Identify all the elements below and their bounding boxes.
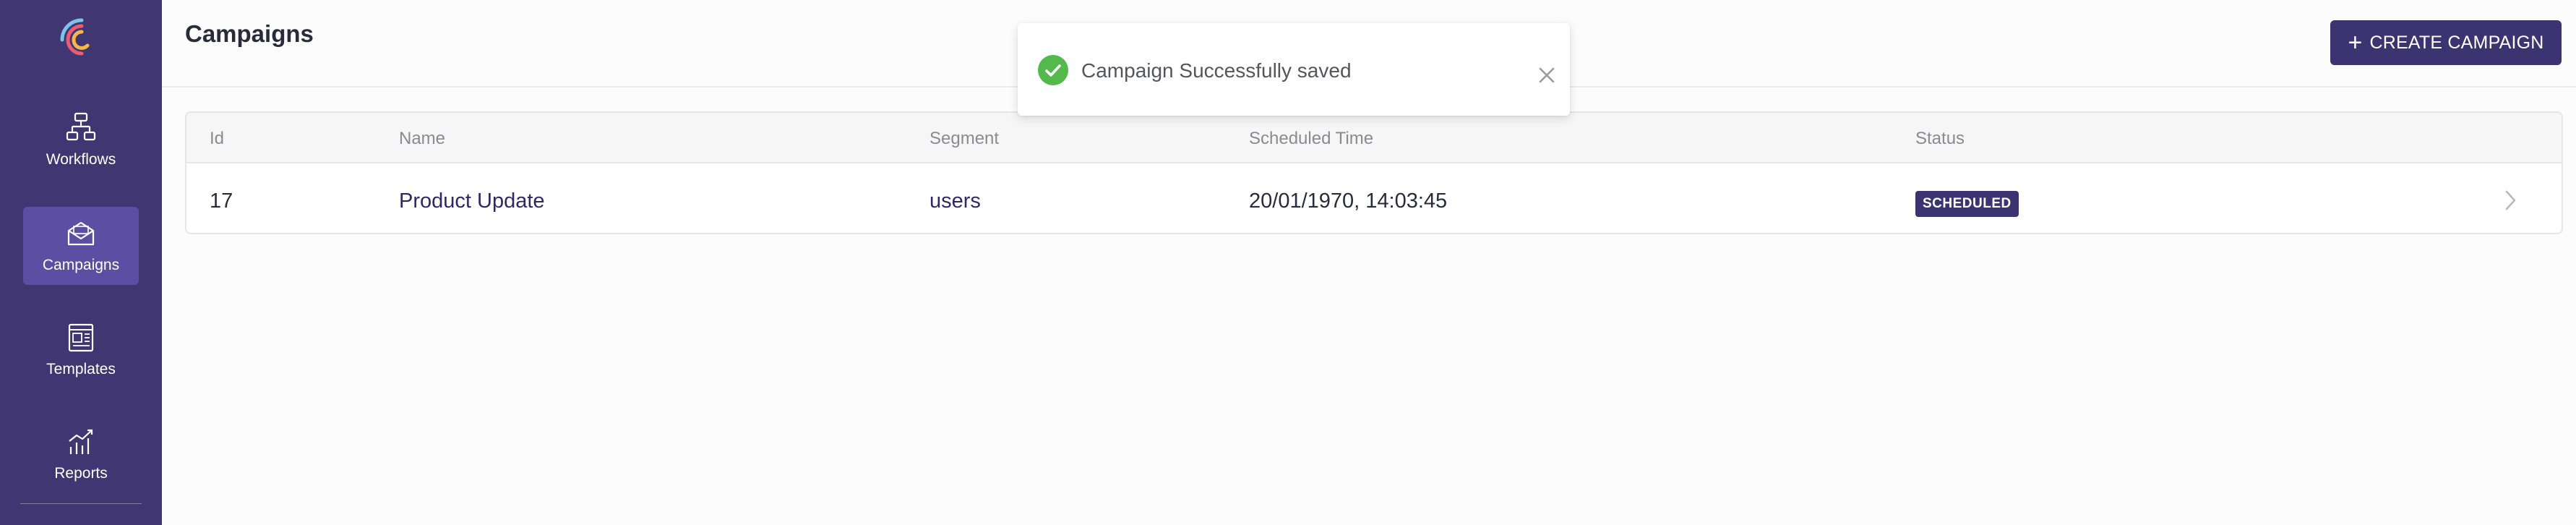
cell-segment: users — [929, 189, 981, 213]
table-row[interactable]: 17 Product Update users 20/01/1970, 14:0… — [186, 165, 2562, 233]
sidebar-item-label: Templates — [46, 361, 116, 377]
template-icon — [68, 323, 94, 352]
plus-icon: + — [2348, 29, 2363, 56]
success-toast: Campaign Successfully saved — [1018, 23, 1570, 116]
envelope-icon — [67, 221, 95, 246]
chevron-right-icon[interactable] — [2501, 188, 2520, 213]
campaigns-table: Id Name Segment Scheduled Time Status 17… — [185, 111, 2563, 234]
create-campaign-label: CREATE CAMPAIGN — [2369, 32, 2544, 53]
create-campaign-button[interactable]: + CREATE CAMPAIGN — [2330, 20, 2562, 65]
close-icon[interactable] — [1537, 65, 1557, 85]
toast-message: Campaign Successfully saved — [1081, 59, 1352, 82]
cell-id: 17 — [210, 189, 233, 213]
column-header-scheduled-time: Scheduled Time — [1249, 129, 1374, 148]
sidebar-item-workflows[interactable]: Workflows — [23, 101, 139, 179]
reports-icon — [69, 429, 93, 454]
workflow-icon — [66, 112, 96, 141]
sidebar-item-label: Reports — [54, 465, 108, 482]
table-header: Id Name Segment Scheduled Time Status — [186, 113, 2562, 163]
cell-scheduled-time: 20/01/1970, 14:03:45 — [1249, 189, 1448, 213]
column-header-name: Name — [399, 129, 446, 148]
sidebar-item-label: Workflows — [46, 151, 116, 168]
status-badge: SCHEDULED — [1915, 191, 2019, 217]
check-circle-icon — [1038, 55, 1068, 85]
column-header-id: Id — [210, 129, 225, 148]
sidebar-item-reports[interactable]: Reports — [23, 415, 139, 493]
app-logo-icon[interactable] — [58, 16, 106, 64]
cell-name[interactable]: Product Update — [399, 189, 545, 213]
sidebar-item-campaigns[interactable]: Campaigns — [23, 207, 139, 285]
sidebar-divider — [20, 503, 142, 504]
sidebar: Workflows Campaigns Templates Reports — [0, 0, 162, 525]
column-header-segment: Segment — [929, 129, 1000, 148]
column-header-status: Status — [1915, 129, 1965, 148]
sidebar-item-label: Campaigns — [42, 257, 120, 273]
sidebar-item-templates[interactable]: Templates — [23, 311, 139, 389]
app-root: Workflows Campaigns Templates Reports Ca… — [0, 0, 2576, 525]
page-title: Campaigns — [185, 20, 314, 47]
